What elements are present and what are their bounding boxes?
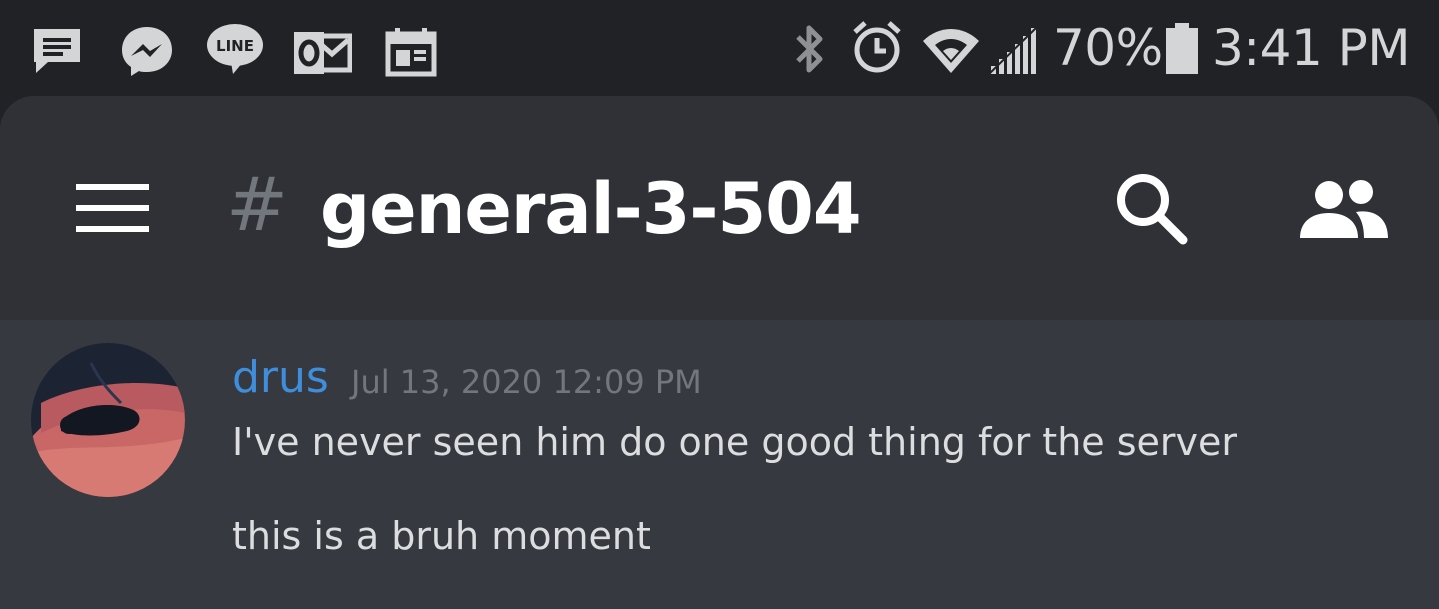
battery-percent: 70%: [1053, 19, 1163, 77]
outlook-icon: [294, 32, 352, 74]
message-timestamp: Jul 13, 2020 12:09 PM: [351, 363, 702, 401]
channel-hash-icon: #: [226, 162, 289, 248]
hamburger-bar: [76, 226, 149, 232]
battery-icon: [1166, 23, 1198, 74]
line-icon: LINE: [207, 24, 263, 74]
message-icon: [34, 29, 80, 73]
calendar-icon: [385, 28, 437, 77]
messenger-icon: [122, 27, 172, 76]
hamburger-bar: [76, 205, 149, 211]
wifi-icon: [923, 29, 979, 73]
line-badge-text: LINE: [216, 37, 254, 55]
signal-icon: [989, 27, 1037, 75]
avatar[interactable]: [31, 343, 185, 497]
bluetooth-icon: [796, 25, 823, 73]
message-author[interactable]: drus: [232, 350, 329, 406]
message-list: drus Jul 13, 2020 12:09 PM I've never se…: [0, 320, 1439, 609]
search-icon[interactable]: [1113, 170, 1189, 246]
avatar-image: [31, 343, 185, 497]
hamburger-menu-button[interactable]: [76, 184, 149, 232]
channel-title: general-3-504: [320, 168, 862, 250]
status-bar: LINE 70% 3:41 PM: [0, 0, 1439, 96]
alarm-icon: [853, 21, 901, 73]
channel-panel: # general-3-504 drus Jul 13, 2020 12:09 …: [0, 96, 1439, 609]
clock-time: 3:41 PM: [1212, 19, 1410, 77]
hamburger-bar: [76, 184, 149, 190]
message-text: this is a bruh moment: [232, 514, 651, 558]
members-icon[interactable]: [1296, 178, 1392, 240]
message-text: I've never seen him do one good thing fo…: [232, 420, 1238, 464]
channel-header: # general-3-504: [0, 96, 1439, 320]
